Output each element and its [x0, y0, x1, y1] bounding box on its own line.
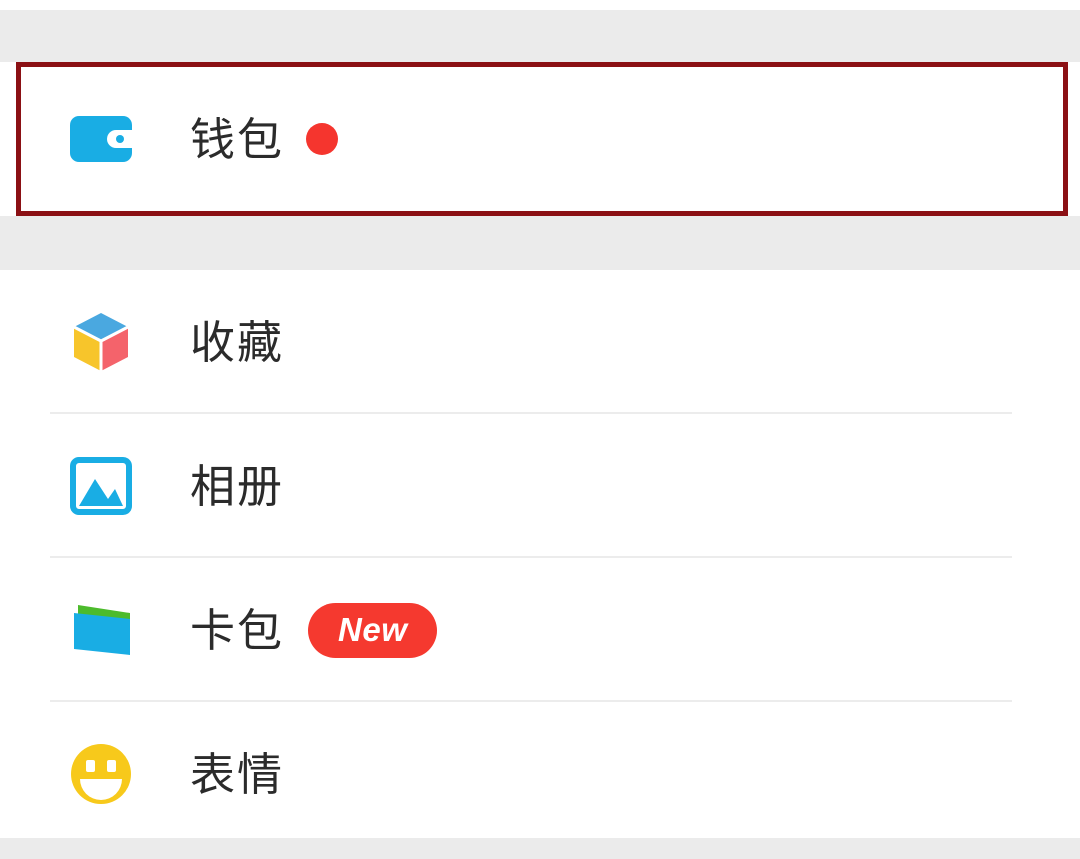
wallet-new-dot-badge [306, 123, 339, 155]
wallet-section: 钱包 [0, 62, 1080, 216]
top-spacer-band [0, 10, 1080, 62]
list-item-label: 相册 [190, 460, 285, 512]
list-item-label: 收藏 [190, 316, 285, 368]
list-item-favorites[interactable]: 收藏 [0, 270, 1080, 414]
section-separator-band [0, 216, 1080, 270]
card-package-icon [68, 597, 134, 663]
list-item-wallet[interactable]: 钱包 [0, 62, 1080, 216]
list-item-label: 钱包 [190, 113, 285, 165]
favorites-cube-icon [68, 309, 134, 375]
status-bar-strip [0, 0, 1080, 10]
list-item-album[interactable]: 相册 [0, 414, 1080, 558]
list-item-card-package[interactable]: 卡包 New [0, 558, 1080, 702]
bottom-spacer-band [0, 838, 1080, 859]
new-badge: New [308, 602, 438, 658]
list-item-emoji[interactable]: 表情 [0, 702, 1080, 846]
list-item-label: 表情 [190, 748, 285, 800]
wallet-icon [68, 106, 134, 172]
list-item-label: 卡包 [190, 604, 285, 656]
emoji-smiley-icon [68, 741, 134, 807]
photo-album-icon [68, 453, 134, 519]
menu-list-section: 收藏 相册 卡包 New 表情 [0, 270, 1080, 846]
